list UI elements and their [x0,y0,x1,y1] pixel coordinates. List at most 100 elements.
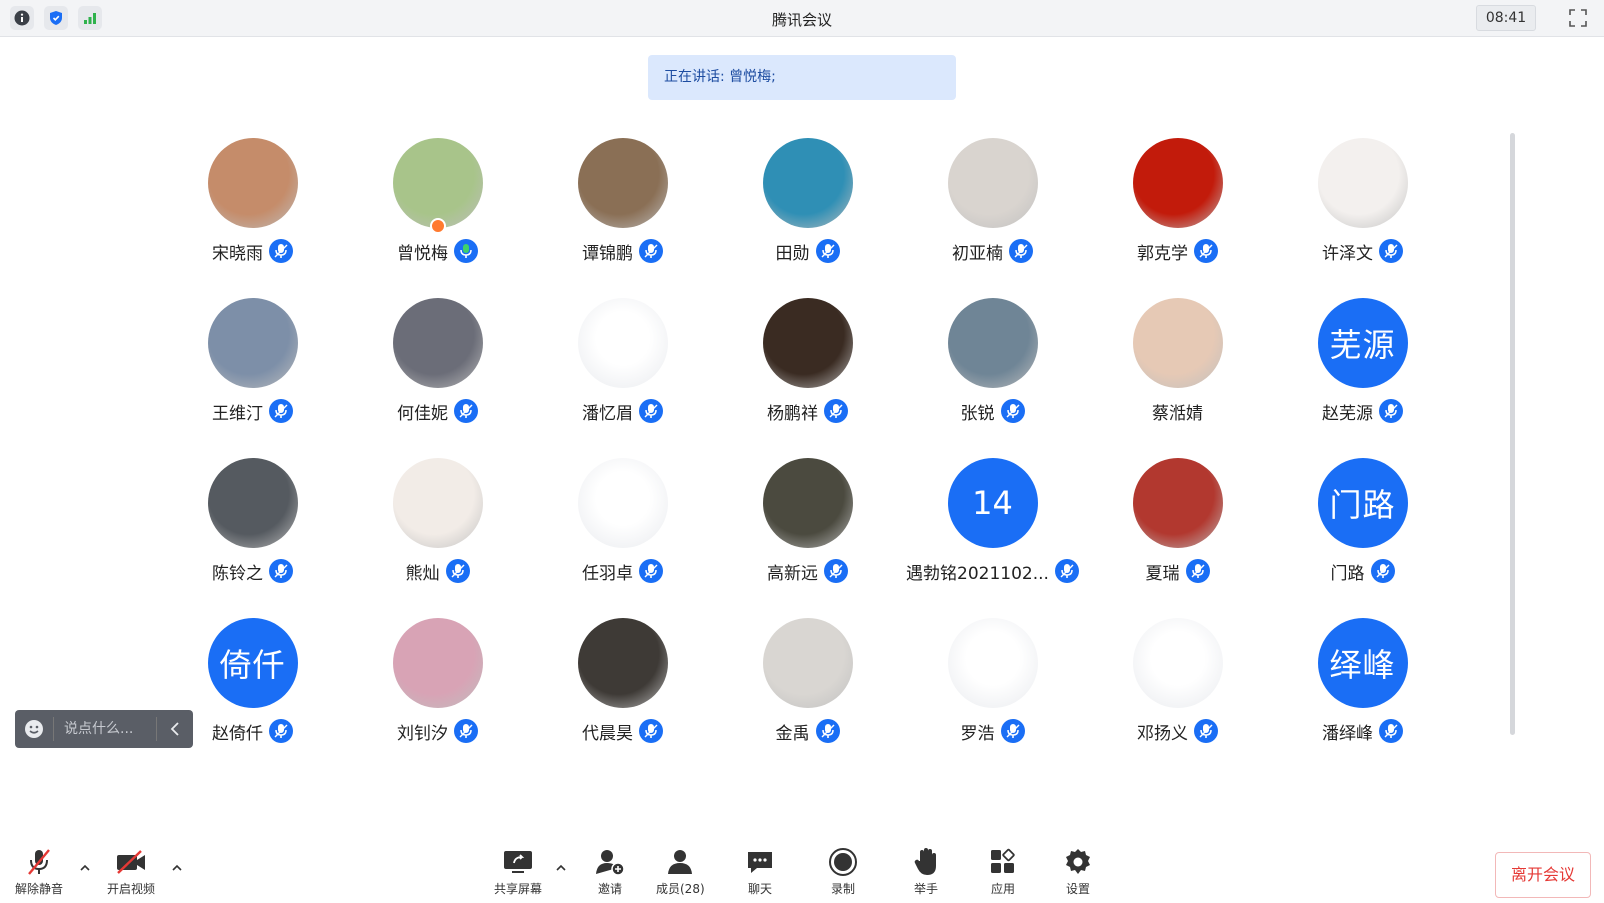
participant-name: 赵芜源 [1322,403,1373,424]
mic-muted-icon [269,239,293,263]
share-options-chevron-icon[interactable] [555,859,567,871]
participant-tile[interactable]: 王维汀 [160,298,345,424]
participant-name: 王维汀 [212,403,263,424]
mic-muted-icon [1009,239,1033,263]
raise-hand-button[interactable]: 举手 [908,845,944,897]
participant-name-row: 熊灿 [406,558,470,584]
participant-name: 罗浩 [960,723,995,744]
collapse-arrow-icon[interactable] [157,722,193,736]
participant-tile[interactable]: 谭锦鹏 [530,138,715,264]
participant-tile[interactable]: 郭克学 [1085,138,1270,264]
participant-name: 陈铃之 [212,563,263,584]
emoji-icon[interactable] [15,719,53,739]
avatar [1132,618,1223,708]
chat-input[interactable]: 说点什么... [53,717,157,741]
avatar [577,618,668,708]
mic-muted-icon [454,719,478,743]
participant-tile[interactable]: 刘钊汐 [345,618,530,744]
participant-name: 田勋 [775,243,810,264]
participant-tile[interactable]: 代晨昊 [530,618,715,744]
mic-muted-icon [1194,719,1218,743]
participant-name-row: 罗浩 [961,718,1025,744]
mic-muted-icon [815,719,840,743]
mic-muted-icon [1379,399,1403,423]
share-screen-button[interactable]: 共享屏幕 [494,845,542,897]
bottom-toolbar: 解除静音 开启视频 共享屏幕 邀请 成员(28) 聊天 录制 举手 应用 设置 [0,835,1604,903]
avatar-text: 倚仟 [219,646,286,684]
participant-name: 金禹 [775,723,810,744]
participant-name-row: 遇勃铭2021102... [906,558,1079,584]
invite-button[interactable]: 邀请 [592,845,628,897]
participant-tile[interactable]: 门路 门路 [1270,458,1455,584]
mic-muted-icon [1194,239,1218,263]
participant-name: 宋晓雨 [212,243,263,264]
chat-button[interactable]: 聊天 [742,845,778,897]
audio-options-chevron-icon[interactable] [79,859,91,871]
participant-name: 初亚楠 [952,243,1003,264]
participant-tile[interactable]: 芜源赵芜源 [1270,298,1455,424]
participant-tile[interactable]: 何佳妮 [345,298,530,424]
unmute-button[interactable]: 解除静音 [15,845,63,897]
participant-name: 谭锦鹏 [582,243,633,264]
participant-name-row: 田勋 [776,238,840,264]
participant-name: 蔡湉婧 [1152,403,1203,424]
participant-name-row: 金禹 [776,718,840,744]
participant-tile[interactable]: 初亚楠 [900,138,1085,264]
start-video-button[interactable]: 开启视频 [107,845,155,897]
participant-name: 张锐 [960,403,995,424]
avatar [947,618,1038,708]
fullscreen-icon[interactable] [1566,6,1590,30]
participant-tile[interactable]: 潘忆眉 [530,298,715,424]
participant-name-row: 杨鹏祥 [767,398,848,424]
settings-button[interactable]: 设置 [1060,845,1096,897]
participant-tile[interactable]: 许泽文 [1270,138,1455,264]
participant-tile[interactable]: 绎峰潘绎峰 [1270,618,1455,744]
participant-tile[interactable]: 夏瑞 [1085,458,1270,584]
participant-tile[interactable]: 熊灿 [345,458,530,584]
participant-name-row: 夏瑞 [1146,558,1210,584]
participant-tile[interactable]: 田勋 [715,138,900,264]
participant-tile[interactable]: 蔡湉婧 [1085,298,1270,424]
avatar [392,138,483,234]
record-button[interactable]: 录制 [825,845,861,897]
members-button[interactable]: 成员(28) [656,845,705,897]
participant-tile[interactable]: 金禹 [715,618,900,744]
participant-tile[interactable]: 宋晓雨 [160,138,345,264]
chat-bubble-icon [742,845,778,879]
participant-tile[interactable]: 14 遇勃铭2021102... [900,458,1085,584]
avatar [392,458,483,548]
mic-muted-icon [1379,239,1403,263]
participant-name-row: 郭克学 [1137,238,1218,264]
record-icon [825,845,861,879]
participant-tile[interactable]: 高新远 [715,458,900,584]
avatar-initials: 绎峰 [1317,618,1408,708]
leave-meeting-button[interactable]: 离开会议 [1495,852,1591,898]
mic-muted-icon [815,239,840,263]
mic-muted-icon [1370,559,1395,583]
quick-chat-bar[interactable]: 说点什么... [15,710,193,748]
avatar [577,298,668,388]
participant-tile[interactable]: 罗浩 [900,618,1085,744]
avatar [947,138,1038,228]
grid-scrollbar[interactable] [1510,133,1515,735]
participant-tile[interactable]: 曾悦梅 [345,138,530,264]
apps-button[interactable]: 应用 [985,845,1021,897]
avatar-initials: 倚仟 [207,618,298,708]
avatar [207,298,298,388]
participant-tile[interactable]: 邓扬义 [1085,618,1270,744]
participant-name-row: 赵倚仟 [212,718,293,744]
avatar-text: 芜源 [1329,326,1396,364]
participant-tile[interactable]: 任羽卓 [530,458,715,584]
participant-name: 曾悦梅 [397,243,448,264]
avatar-initials: 芜源 [1317,298,1408,388]
video-options-chevron-icon[interactable] [171,859,183,871]
participant-tile[interactable]: 杨鹏祥 [715,298,900,424]
participant-name: 潘绎峰 [1322,723,1373,744]
mic-muted-icon [639,719,663,743]
participant-tile[interactable]: 张锐 [900,298,1085,424]
hand-icon [908,845,944,879]
avatar [762,458,853,548]
participant-name: 刘钊汐 [397,723,448,744]
participant-tile[interactable]: 陈铃之 [160,458,345,584]
participant-name-row: 赵芜源 [1322,398,1403,424]
